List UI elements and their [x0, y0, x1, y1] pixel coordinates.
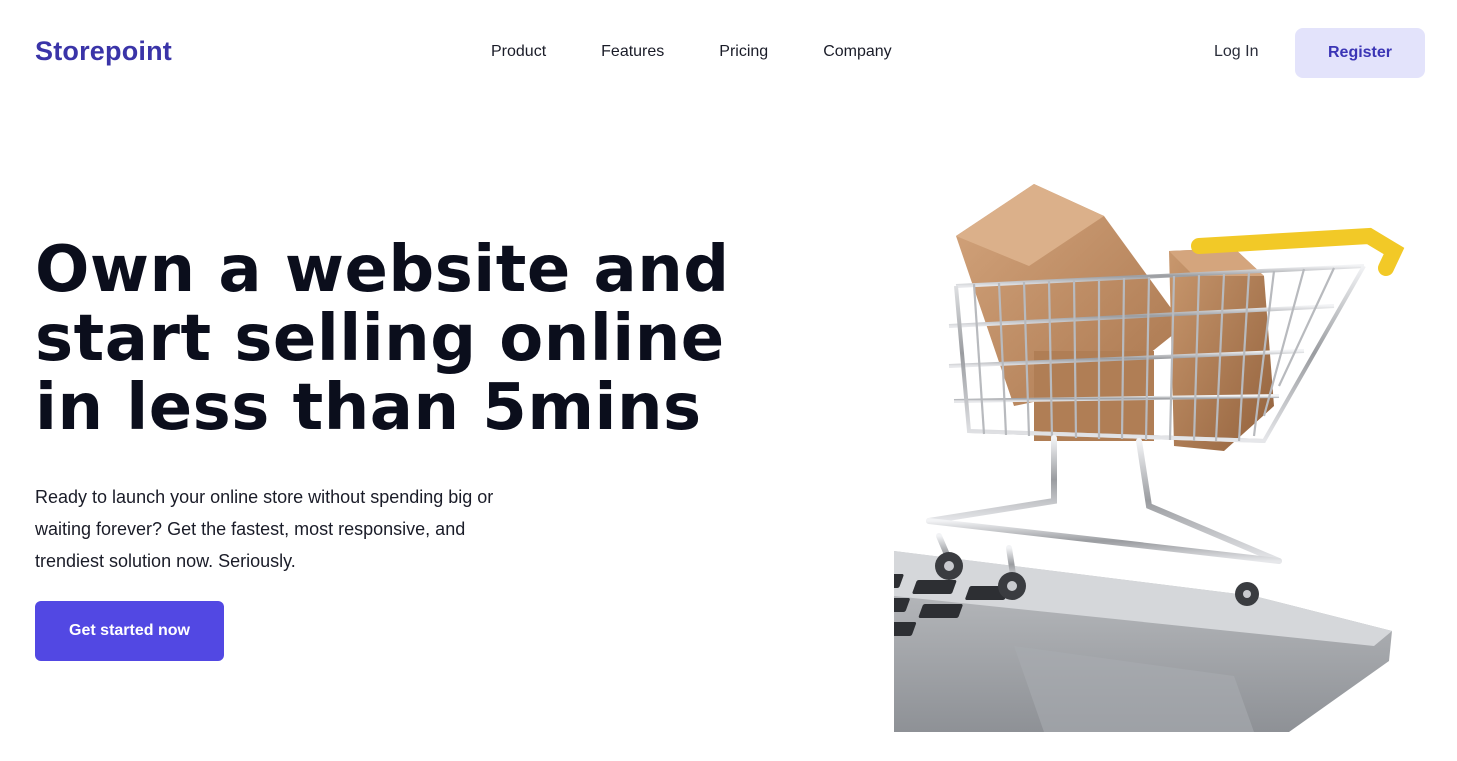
get-started-button[interactable]: Get started now: [35, 601, 224, 661]
landing-page: Storepoint Product Features Pricing Comp…: [0, 0, 1457, 761]
nav-link-features[interactable]: Features: [601, 43, 664, 61]
nav-link-company[interactable]: Company: [823, 43, 891, 61]
nav-link-pricing[interactable]: Pricing: [719, 43, 768, 61]
login-link[interactable]: Log In: [1214, 43, 1258, 61]
hero-subtext: Ready to launch your online store withou…: [35, 487, 494, 571]
hero-headline: Own a website and start selling online i…: [35, 236, 755, 443]
hero-headline-line: start selling online: [35, 302, 725, 376]
nav-link-product[interactable]: Product: [491, 43, 546, 61]
hero-headline-line: Own a website and: [35, 233, 730, 307]
shopping-cart-laptop-image: [894, 184, 1405, 732]
logo[interactable]: Storepoint: [35, 36, 172, 67]
hero-headline-line: in less than 5mins: [35, 371, 702, 445]
main-nav: Product Features Pricing Company: [491, 43, 892, 61]
register-button[interactable]: Register: [1295, 28, 1425, 78]
